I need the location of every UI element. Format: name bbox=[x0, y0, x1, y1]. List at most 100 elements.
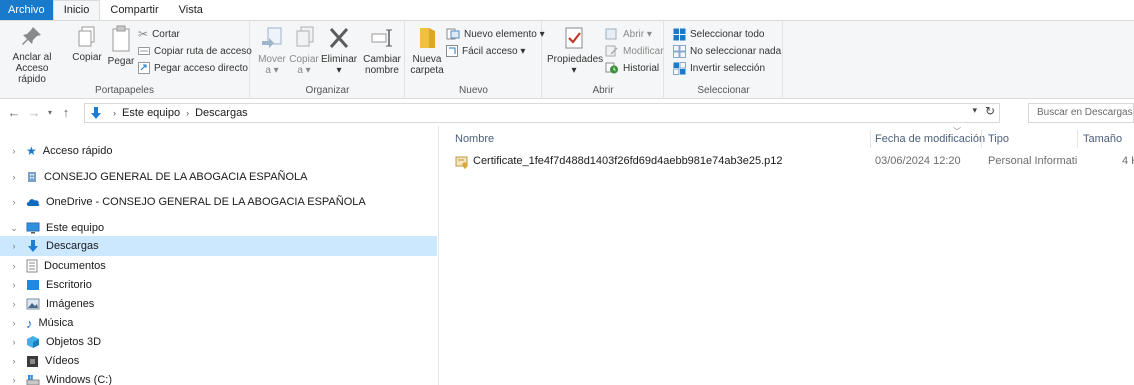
back-arrow-icon: ← bbox=[7, 105, 21, 120]
nav-label: Documentos bbox=[44, 260, 106, 272]
nav-item-onedrive[interactable]: › OneDrive - CONSEJO GENERAL DE LA ABOGA… bbox=[0, 192, 437, 212]
table-row[interactable]: Certificate_1fe4f7d488d1403f26fd69d4aebb… bbox=[440, 152, 1134, 172]
column-header-name[interactable]: Nombre bbox=[455, 133, 494, 145]
expand-chevron-icon[interactable]: › bbox=[8, 356, 20, 366]
refresh-icon[interactable]: ↻ bbox=[985, 104, 995, 118]
column-header-type[interactable]: Tipo bbox=[988, 133, 1009, 145]
nav-item-descargas[interactable]: › Descargas bbox=[0, 236, 437, 256]
nav-item-acceso-rapido[interactable]: › ★ Acceso rápido bbox=[0, 141, 437, 161]
column-divider[interactable] bbox=[870, 130, 871, 148]
certificate-file-icon bbox=[455, 156, 468, 169]
expand-chevron-icon[interactable]: › bbox=[8, 241, 20, 251]
delete-label-1: Eliminar bbox=[321, 54, 358, 65]
easy-access-icon bbox=[446, 45, 458, 57]
group-label-seleccionar: Seleccionar bbox=[697, 85, 750, 96]
cloud-icon bbox=[26, 199, 40, 206]
address-history-chevron-icon[interactable]: ▾ bbox=[972, 105, 977, 116]
select-all-button[interactable]: Seleccionar todo bbox=[673, 26, 765, 42]
forward-button[interactable]: → bbox=[26, 104, 42, 122]
nav-item-imagenes[interactable]: › Imágenes bbox=[0, 294, 437, 314]
copy-button[interactable]: Copiar bbox=[70, 25, 104, 63]
expand-chevron-icon[interactable]: › bbox=[8, 375, 20, 385]
invert-selection-button[interactable]: Invertir selección bbox=[673, 60, 765, 76]
up-button[interactable]: ↑ bbox=[58, 104, 74, 122]
file-name: Certificate_1fe4f7d488d1403f26fd69d4aebb… bbox=[473, 155, 783, 167]
nav-item-objetos-3d[interactable]: › Objetos 3D bbox=[0, 332, 437, 352]
paste-button[interactable]: Pegar bbox=[106, 25, 136, 67]
copy-path-button[interactable]: Copiar ruta de acceso bbox=[138, 43, 252, 59]
nav-item-documentos[interactable]: › Documentos bbox=[0, 256, 437, 276]
back-button[interactable]: ← bbox=[6, 104, 22, 122]
address-bar-row: ← → ▾ ↑ › Este equipo › Descargas ▾ ↻ Bu… bbox=[0, 101, 1134, 125]
pin-quick-access-button[interactable]: Anclar al Acceso rápido bbox=[4, 25, 60, 85]
paste-shortcut-label: Pegar acceso directo bbox=[154, 62, 248, 74]
copy-to-icon bbox=[296, 26, 314, 47]
nav-label: OneDrive - CONSEJO GENERAL DE LA ABOGACI… bbox=[46, 196, 366, 208]
tab-vista[interactable]: Vista bbox=[169, 0, 213, 20]
history-button[interactable]: Historial bbox=[605, 60, 659, 76]
scissors-icon: ✂ bbox=[138, 27, 149, 41]
rename-button[interactable]: Cambiar nombre bbox=[363, 25, 401, 76]
expand-chevron-icon[interactable]: › bbox=[8, 261, 20, 271]
group-nuevo: Nueva carpeta Nuevo elemento ▾ Fácil acc… bbox=[406, 21, 545, 99]
address-field[interactable]: › Este equipo › Descargas ▾ ↻ bbox=[84, 103, 1000, 123]
nav-item-este-equipo[interactable]: ⌄ Este equipo bbox=[0, 218, 437, 238]
recent-locations-button[interactable]: ▾ bbox=[42, 104, 58, 122]
search-input[interactable]: Buscar en Descargas bbox=[1028, 103, 1134, 123]
tab-compartir[interactable]: Compartir bbox=[100, 0, 168, 20]
nav-item-windows-c[interactable]: › Windows (C:) bbox=[0, 370, 437, 385]
nav-item-consejo[interactable]: › CONSEJO GENERAL DE LA ABOGACIA ESPAÑOL… bbox=[0, 167, 437, 187]
expand-chevron-icon[interactable]: › bbox=[8, 299, 20, 309]
paste-shortcut-icon bbox=[138, 62, 150, 74]
file-list: ﹀ Nombre Fecha de modificación Tipo Tama… bbox=[440, 126, 1134, 385]
nav-label: Objetos 3D bbox=[46, 336, 102, 348]
expand-chevron-icon[interactable]: › bbox=[8, 337, 20, 347]
nav-label: CONSEJO GENERAL DE LA ABOGACIA ESPAÑOLA bbox=[44, 171, 308, 183]
breadcrumb-descargas[interactable]: Descargas bbox=[195, 107, 248, 119]
move-to-button[interactable]: Mover a ▾ bbox=[257, 25, 287, 76]
expand-chevron-icon[interactable]: › bbox=[8, 146, 20, 156]
new-item-button[interactable]: Nuevo elemento ▾ bbox=[446, 26, 545, 42]
expand-chevron-icon[interactable]: › bbox=[8, 172, 20, 182]
tab-inicio[interactable]: Inicio bbox=[52, 0, 101, 20]
select-none-button[interactable]: No seleccionar nada bbox=[673, 43, 781, 59]
copy-icon bbox=[78, 26, 95, 47]
collapse-chevron-icon[interactable]: ⌄ bbox=[8, 223, 20, 234]
select-all-label: Seleccionar todo bbox=[690, 28, 765, 40]
paste-shortcut-button[interactable]: Pegar acceso directo bbox=[138, 60, 248, 76]
cut-button[interactable]: ✂ Cortar bbox=[138, 26, 180, 42]
delete-button[interactable]: Eliminar ▾ bbox=[321, 25, 357, 76]
rename-label-2: nombre bbox=[365, 65, 399, 76]
download-arrow-icon bbox=[28, 240, 38, 252]
easy-access-button[interactable]: Fácil acceso ▾ bbox=[446, 43, 525, 59]
nav-item-escritorio[interactable]: › Escritorio bbox=[0, 275, 437, 295]
nav-item-musica[interactable]: › ♪ Música bbox=[0, 313, 437, 333]
file-size: 4 KB bbox=[1122, 155, 1134, 167]
copy-to-button[interactable]: Copiar a ▾ bbox=[289, 25, 319, 76]
new-folder-label-1: Nueva bbox=[412, 54, 442, 65]
expand-chevron-icon[interactable]: › bbox=[8, 197, 20, 207]
tab-archivo[interactable]: Archivo bbox=[0, 0, 53, 20]
column-divider[interactable] bbox=[1077, 130, 1078, 148]
properties-check-icon bbox=[565, 27, 583, 49]
document-icon bbox=[26, 259, 38, 273]
open-button[interactable]: Abrir ▾ bbox=[605, 26, 652, 42]
nav-label: Descargas bbox=[46, 240, 99, 252]
edit-button[interactable]: Modificar bbox=[605, 43, 664, 59]
properties-button[interactable]: Propiedades ▾ bbox=[547, 25, 604, 76]
expand-chevron-icon[interactable]: › bbox=[8, 280, 20, 290]
nav-item-videos[interactable]: › Vídeos bbox=[0, 351, 437, 371]
expand-chevron-icon[interactable]: › bbox=[8, 318, 20, 328]
copy-path-icon bbox=[138, 47, 150, 55]
column-divider[interactable] bbox=[981, 130, 982, 148]
edit-label: Modificar bbox=[623, 45, 664, 57]
properties-label-1: Propiedades bbox=[547, 54, 604, 65]
column-header-size[interactable]: Tamaño bbox=[1083, 133, 1122, 145]
group-organizar: Mover a ▾ Copiar a ▾ Eliminar ▾ Cambiar … bbox=[251, 21, 405, 99]
new-folder-button[interactable]: Nueva carpeta bbox=[410, 25, 444, 76]
ribbon-tabs: Archivo Inicio Compartir Vista bbox=[0, 0, 1134, 20]
rename-icon bbox=[371, 29, 392, 47]
breadcrumb-este-equipo[interactable]: Este equipo bbox=[122, 107, 180, 119]
cut-label: Cortar bbox=[152, 28, 180, 40]
column-header-modified[interactable]: Fecha de modificación bbox=[875, 133, 985, 145]
